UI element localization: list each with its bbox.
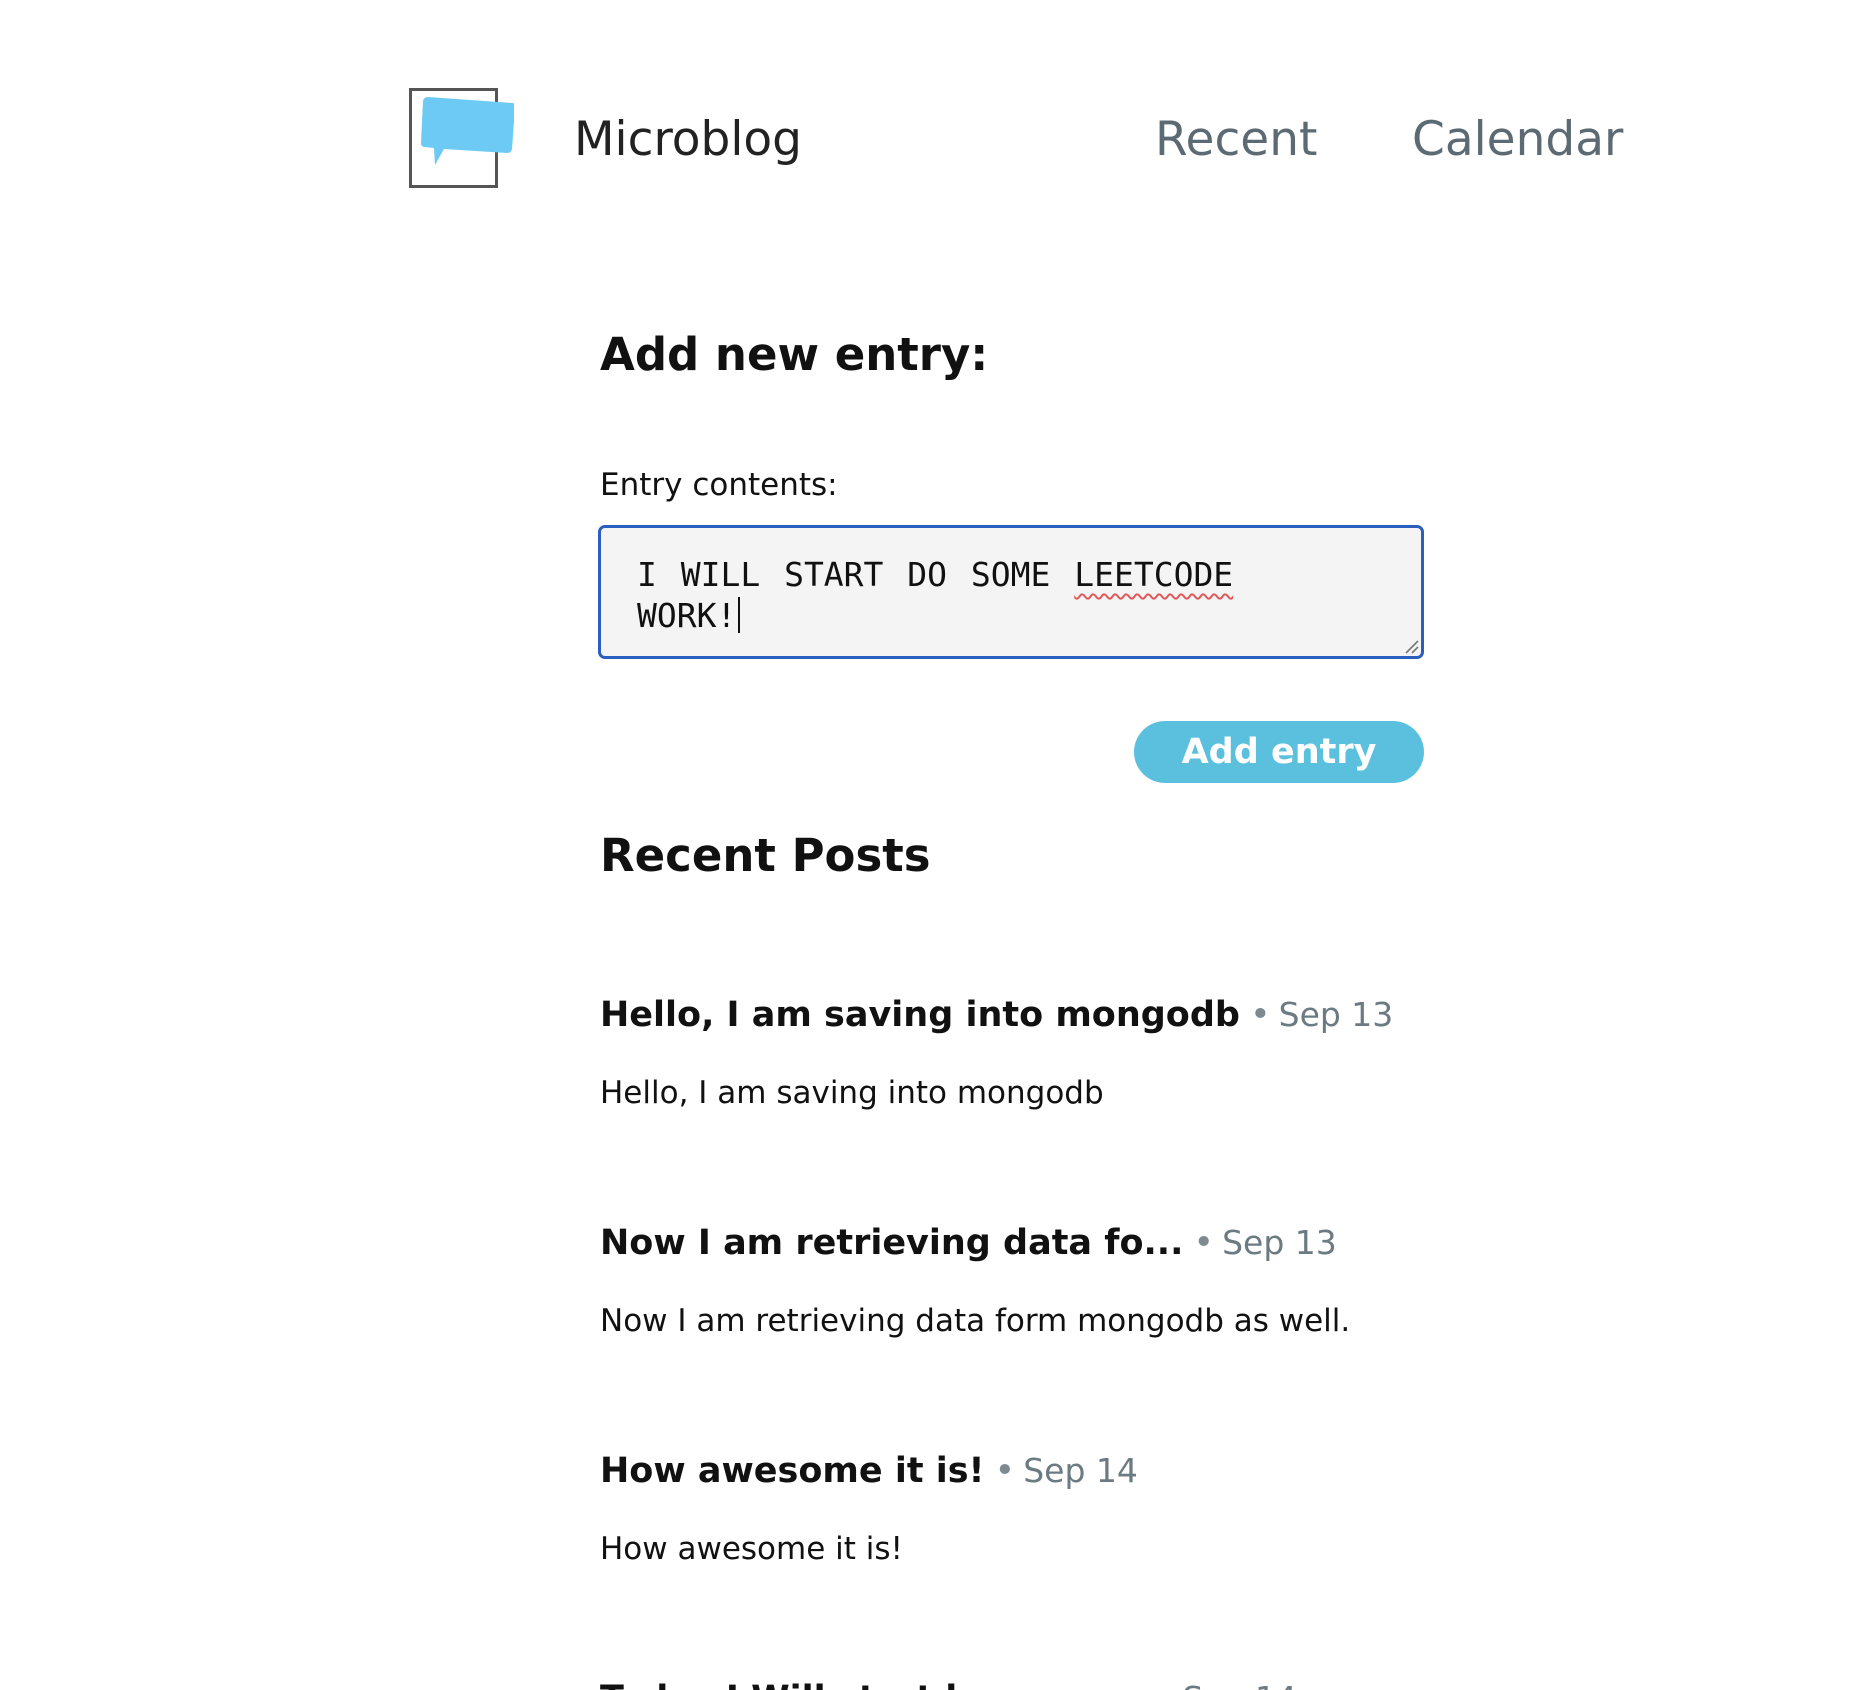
- post-item: Today I Will start learn so... • Sep 14: [600, 1676, 1500, 1690]
- add-entry-button[interactable]: Add entry: [1134, 721, 1424, 783]
- post-date: Sep 14: [1023, 1451, 1138, 1490]
- entry-contents-label: Entry contents:: [600, 467, 838, 503]
- resize-handle-icon[interactable]: [1403, 638, 1419, 654]
- post-item: How awesome it is! • Sep 14 How awesome it…: [600, 1448, 1500, 1570]
- recent-posts-title: Recent Posts: [600, 829, 931, 882]
- post-title[interactable]: How awesome it is!: [600, 1451, 985, 1491]
- post-date: Sep 14: [1182, 1679, 1297, 1690]
- textarea-text-line2: WORK!: [637, 596, 737, 635]
- post-body: Hello, I am saving into mongodb: [600, 1075, 1104, 1111]
- post-title[interactable]: Now I am retrieving data fo...: [600, 1223, 1183, 1263]
- misspelled-word: LEETCODE: [1074, 555, 1234, 594]
- bullet-separator: •: [994, 1451, 1016, 1491]
- post-body: How awesome it is!: [600, 1531, 903, 1567]
- post-item: Now I am retrieving data fo... • Sep 13 No…: [600, 1220, 1500, 1342]
- brand-name[interactable]: Microblog: [574, 110, 802, 170]
- post-title[interactable]: Today I Will start learn so...: [600, 1679, 1144, 1690]
- text-caret: [738, 597, 741, 633]
- post-date: Sep 13: [1278, 995, 1394, 1034]
- post-date: Sep 13: [1222, 1223, 1337, 1262]
- form-title: Add new entry:: [600, 328, 989, 381]
- nav-calendar-link[interactable]: Calendar: [1412, 110, 1623, 170]
- post-body: Now I am retrieving data form mongodb as…: [600, 1303, 1351, 1339]
- entry-contents-textarea[interactable]: I WILL START DO SOME LEETCODE WORK!: [598, 525, 1424, 659]
- speech-bubble-icon: [421, 97, 514, 165]
- logo[interactable]: [409, 88, 514, 188]
- post-item: Hello, I am saving into mongodb • Sep 13 H…: [600, 992, 1500, 1114]
- page: Microblog Recent Calendar Add new entry:…: [0, 0, 1876, 1690]
- textarea-text: I WILL START DO SOME: [637, 555, 1075, 594]
- post-title[interactable]: Hello, I am saving into mongodb: [600, 995, 1240, 1035]
- nav-recent-link[interactable]: Recent: [1155, 110, 1317, 170]
- bullet-separator: •: [1193, 1223, 1215, 1263]
- bullet-separator: •: [1249, 995, 1271, 1035]
- bullet-separator: •: [1154, 1679, 1175, 1690]
